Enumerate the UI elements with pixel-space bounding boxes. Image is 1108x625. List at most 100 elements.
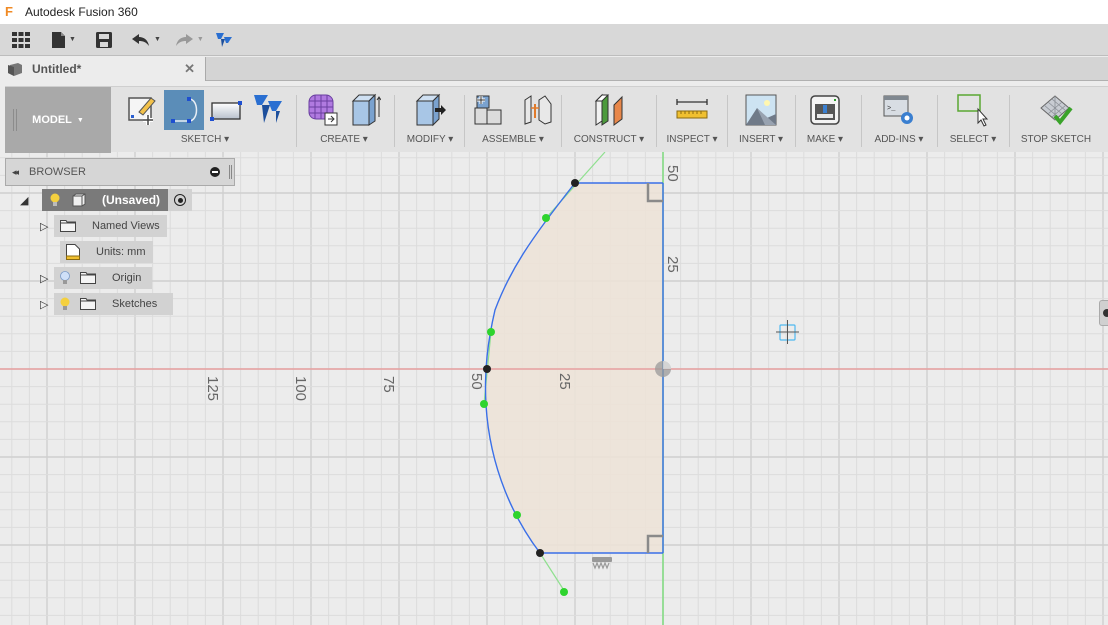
fusion-sketch-button[interactable] — [248, 90, 288, 130]
spline-control-point[interactable] — [542, 214, 550, 222]
measure-button[interactable] — [672, 90, 712, 130]
rectangle-icon — [210, 101, 242, 121]
new-component-button[interactable] — [469, 90, 509, 130]
3d-print-button[interactable] — [805, 90, 845, 130]
item-label: Units: mm — [96, 246, 146, 258]
browser-item-sketches[interactable]: ▷ Sketches — [40, 293, 173, 315]
assemble-menu[interactable]: ASSEMBLE ▾ — [467, 134, 559, 145]
save-button[interactable] — [95, 24, 112, 56]
stop-sketch-label[interactable]: STOP SKETCH — [1011, 134, 1101, 145]
rectangle-button[interactable] — [206, 90, 246, 130]
axis-label-h: 50 — [468, 373, 485, 390]
sketch-profile[interactable] — [485, 183, 663, 553]
expand-triangle-icon[interactable]: ▷ — [40, 220, 54, 233]
arc-button[interactable] — [164, 90, 204, 130]
joint-button[interactable] — [517, 90, 557, 130]
create-menu[interactable]: CREATE ▾ — [299, 134, 389, 145]
close-tab-icon[interactable]: ✕ — [184, 61, 195, 77]
panel-resize-handle[interactable] — [229, 165, 232, 179]
lightbulb-off-icon[interactable] — [60, 271, 70, 285]
spline-control-point[interactable] — [480, 400, 488, 408]
item-label: Named Views — [92, 220, 160, 232]
root-label: (Unsaved) — [102, 193, 161, 207]
document-tab-bar: Untitled* ✕ — [0, 57, 1108, 81]
browser-item-origin[interactable]: ▷ Origin — [40, 267, 152, 289]
add-ins-menu[interactable]: ADD-INS ▾ — [863, 134, 935, 145]
radio-icon — [174, 194, 187, 206]
workspace-label: MODEL — [32, 114, 72, 126]
browser-root[interactable]: ◢ (Unsaved) — [20, 189, 193, 211]
spline-control-point[interactable] — [487, 328, 495, 336]
stop-sketch-button[interactable] — [1036, 90, 1076, 130]
create-sketch-button[interactable] — [122, 90, 162, 130]
fusion-logo-button[interactable] — [215, 24, 232, 56]
navigation-panel-handle[interactable] — [1099, 300, 1108, 326]
select-button[interactable] — [953, 90, 993, 130]
item-label: Origin — [112, 272, 142, 284]
ribbon-divider — [1009, 95, 1010, 147]
offset-plane-icon — [594, 93, 623, 126]
extrude-icon — [351, 93, 381, 126]
svg-text:>_: >_ — [887, 105, 896, 113]
press-pull-icon — [415, 93, 446, 127]
offset-plane-button[interactable] — [589, 90, 629, 130]
browser-item-units[interactable]: Units: mm — [60, 241, 153, 263]
sketch-menu[interactable]: SKETCH ▾ — [117, 134, 293, 145]
insert-image-icon — [745, 94, 777, 126]
pin-icon[interactable] — [210, 167, 220, 177]
inspect-group: INSPECT ▾ — [659, 87, 725, 153]
collapse-triangle-icon[interactable]: ◢ — [20, 194, 34, 207]
insert-image-button[interactable] — [741, 90, 781, 130]
browser-item-named-views[interactable]: ▷ Named Views — [40, 215, 167, 237]
fusion-sketch-icon — [254, 95, 282, 123]
lightbulb-icon[interactable] — [50, 193, 60, 207]
press-pull-button[interactable] — [410, 90, 450, 130]
select-menu[interactable]: SELECT ▾ — [939, 134, 1007, 145]
construct-menu[interactable]: CONSTRUCT ▾ — [564, 134, 654, 145]
select-group: SELECT ▾ — [939, 87, 1007, 153]
spline-control-point[interactable] — [560, 588, 568, 596]
make-menu[interactable]: MAKE ▾ — [797, 134, 853, 145]
expand-panel-icon — [1103, 309, 1108, 317]
sketch-point[interactable] — [571, 179, 579, 187]
chevron-down-icon: ▼ — [76, 116, 84, 124]
grid-icon — [12, 31, 30, 48]
insert-menu[interactable]: INSERT ▾ — [730, 134, 792, 145]
chevron-down-icon: ▼ — [69, 36, 76, 43]
chevron-down-icon: ▼ — [196, 36, 204, 43]
modify-menu[interactable]: MODIFY ▾ — [397, 134, 463, 145]
grip-handle[interactable] — [13, 109, 17, 131]
spline-control-point[interactable] — [513, 511, 521, 519]
form-button[interactable] — [303, 90, 343, 130]
component-icon — [72, 193, 86, 207]
sketch-group: SKETCH ▾ — [117, 87, 293, 153]
create-sketch-icon — [128, 97, 156, 125]
document-tab[interactable]: Untitled* ✕ — [0, 57, 206, 81]
undo-button[interactable]: ▼ — [131, 24, 161, 56]
workspace-switcher[interactable]: MODEL ▼ — [5, 87, 111, 153]
data-panel-button[interactable] — [12, 24, 30, 56]
fusion-logo-icon — [215, 32, 232, 47]
browser-panel-header[interactable]: ◂◂ BROWSER — [5, 158, 235, 186]
joint-icon — [524, 95, 552, 125]
tangent-handle-bottom[interactable] — [539, 552, 566, 593]
expand-triangle-icon[interactable]: ▷ — [40, 298, 54, 311]
collapse-browser-icon[interactable]: ◂◂ — [12, 167, 19, 178]
sketch-point[interactable] — [536, 549, 544, 557]
ribbon-divider — [937, 95, 938, 147]
stop-sketch-group[interactable]: STOP SKETCH — [1011, 87, 1101, 153]
redo-button[interactable]: ▼ — [175, 24, 204, 56]
file-menu-button[interactable]: ▼ — [52, 24, 76, 56]
expand-triangle-icon[interactable]: ▷ — [40, 272, 54, 285]
sketch-point[interactable] — [483, 365, 491, 373]
axis-label-v: 25 — [664, 256, 681, 273]
lightbulb-icon[interactable] — [60, 297, 70, 311]
create-group: CREATE ▾ — [299, 87, 389, 153]
extrude-button[interactable] — [345, 90, 385, 130]
scripts-button[interactable]: >_ — [879, 90, 919, 130]
activate-component-button[interactable] — [168, 189, 193, 211]
ribbon-divider — [464, 95, 465, 147]
ribbon-divider — [727, 95, 728, 147]
inspect-menu[interactable]: INSPECT ▾ — [659, 134, 725, 145]
assemble-group: ASSEMBLE ▾ — [467, 87, 559, 153]
